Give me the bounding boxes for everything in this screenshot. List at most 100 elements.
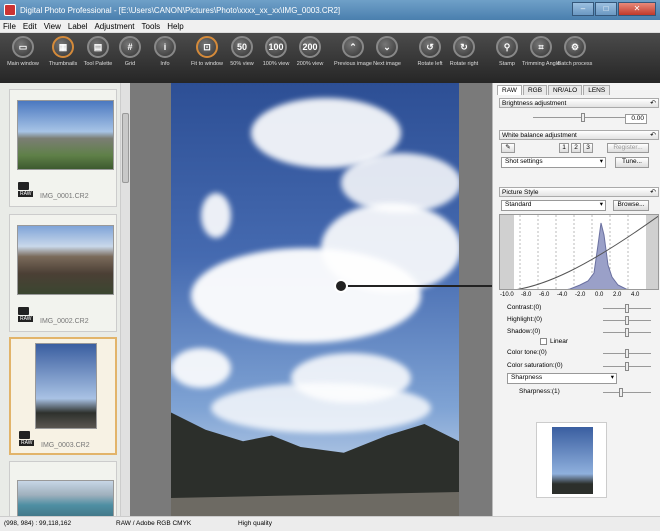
preview-image: [552, 427, 593, 494]
tab-raw[interactable]: RAW: [497, 85, 522, 95]
tone-curve-histogram[interactable]: [499, 214, 659, 290]
wb-preset-2-button[interactable]: 2: [571, 143, 581, 153]
rotate-right-button[interactable]: ↻ Rotate right: [444, 36, 484, 67]
hist-label: -10.0: [500, 292, 514, 298]
menu-view[interactable]: View: [44, 22, 61, 31]
main-window-button[interactable]: ▭ Main window: [3, 36, 43, 67]
slider-knob[interactable]: [625, 328, 629, 337]
camera-icon: [18, 307, 29, 315]
raw-badge: RAW: [19, 440, 35, 446]
rotate-right-icon: ↻: [453, 36, 475, 58]
batch-icon: ⚙: [564, 36, 586, 58]
raw-badge: RAW: [18, 191, 34, 197]
menu-help[interactable]: Help: [167, 22, 183, 31]
color-saturation-slider[interactable]: [603, 362, 651, 371]
chevron-down-icon: ▾: [599, 201, 603, 208]
slider-knob[interactable]: [625, 349, 629, 358]
white-balance-value: Shot settings: [505, 158, 543, 165]
sharpness-slider[interactable]: [603, 388, 651, 397]
picture-style-select[interactable]: Standard ▾: [501, 200, 606, 211]
slider-knob[interactable]: [625, 316, 629, 325]
grid-icon: #: [119, 36, 141, 58]
menu-adjustment[interactable]: Adjustment: [94, 22, 134, 31]
zoom-200-icon: 200: [299, 36, 321, 58]
menu-bar: File Edit View Label Adjustment Tools He…: [0, 20, 660, 33]
tool-palette-icon: ▤: [87, 36, 109, 58]
picture-style-value: Standard: [505, 201, 532, 208]
tab-nr-alo[interactable]: NR/ALO: [548, 85, 583, 95]
hist-label: 0.0: [595, 292, 604, 298]
menu-label[interactable]: Label: [68, 22, 88, 31]
thumbnail-item[interactable]: [9, 461, 117, 522]
browse-button[interactable]: Browse...: [613, 200, 649, 211]
menu-file[interactable]: File: [3, 22, 16, 31]
brightness-value[interactable]: 0.00: [625, 114, 647, 124]
fit-to-window-button[interactable]: ⊡ Fit to window: [187, 36, 227, 67]
color-saturation-label: Color saturation:(0): [507, 362, 563, 369]
tab-rgb[interactable]: RGB: [522, 85, 548, 95]
slider-knob[interactable]: [625, 304, 629, 313]
trimming-icon: ⌗: [530, 36, 552, 58]
app-icon: [4, 4, 16, 16]
color-tone-slider[interactable]: [603, 349, 651, 358]
navigator-preview[interactable]: [536, 422, 607, 498]
menu-tools[interactable]: Tools: [142, 22, 161, 31]
picture-style-header: Picture Style ↶: [499, 187, 659, 197]
brightness-header: Brightness adjustment ↶: [499, 98, 659, 108]
thumbnail-scrollbar[interactable]: [120, 83, 130, 516]
info-button[interactable]: i Info: [145, 36, 185, 67]
image-viewer[interactable]: [130, 83, 492, 516]
next-image-button[interactable]: ⌄ Next image: [367, 36, 407, 67]
linear-label: Linear: [550, 338, 569, 345]
shadow-slider[interactable]: [603, 328, 651, 337]
thumbnail-image: [17, 100, 114, 170]
contrast-slider[interactable]: [603, 304, 651, 313]
wb-preset-1-button[interactable]: 1: [559, 143, 569, 153]
zoom-50-icon: 50: [231, 36, 253, 58]
minimize-button[interactable]: –: [572, 2, 594, 16]
tab-lens[interactable]: LENS: [583, 85, 611, 95]
batch-process-button[interactable]: ⚙ Batch process: [555, 36, 595, 67]
stamp-icon: ⚲: [496, 36, 518, 58]
maximize-button[interactable]: □: [595, 2, 617, 16]
reset-icon[interactable]: ↶: [650, 131, 656, 140]
color-tone-label: Color tone:(0): [507, 349, 547, 356]
rotate-left-icon: ↺: [419, 36, 441, 58]
hist-label: 2.0: [613, 292, 622, 298]
status-quality: High quality: [238, 520, 272, 527]
thumbnail-panel: RAW IMG_0001.CR2 RAW IMG_0002.CR2 RAW IM…: [0, 83, 130, 522]
eyedropper-button[interactable]: ✎: [501, 143, 515, 153]
reset-icon[interactable]: ↶: [650, 188, 656, 197]
sharpness-select[interactable]: Sharpness ▾: [507, 373, 617, 384]
tool-palette: RAW RGB NR/ALO LENS Brightness adjustmen…: [492, 83, 660, 516]
brightness-title: Brightness adjustment: [502, 100, 567, 107]
menu-edit[interactable]: Edit: [23, 22, 37, 31]
fit-window-icon: ⊡: [196, 36, 218, 58]
slider-knob[interactable]: [619, 388, 623, 397]
slider-knob[interactable]: [581, 113, 585, 122]
slider-knob[interactable]: [625, 362, 629, 371]
thumbnail-item[interactable]: RAW IMG_0002.CR2: [9, 214, 117, 332]
thumbnail-item[interactable]: RAW IMG_0001.CR2: [9, 89, 117, 207]
hist-label: -6.0: [539, 292, 550, 298]
grid-button[interactable]: # Grid: [110, 36, 150, 67]
scrollbar-thumb[interactable]: [122, 113, 129, 183]
thumbnails-button[interactable]: ▦ Thumbnails: [43, 36, 83, 67]
white-balance-select[interactable]: Shot settings ▾: [501, 157, 606, 168]
register-button[interactable]: Register...: [607, 143, 649, 153]
tune-button[interactable]: Tune...: [615, 157, 649, 168]
linear-checkbox[interactable]: [540, 338, 547, 345]
close-button[interactable]: ✕: [618, 2, 656, 16]
callout-dot: [334, 279, 348, 293]
picture-style-title: Picture Style: [502, 189, 539, 196]
raw-badge: RAW: [18, 316, 34, 322]
brightness-slider[interactable]: [533, 113, 633, 122]
info-icon: i: [154, 36, 176, 58]
highlight-slider[interactable]: [603, 316, 651, 325]
thumbnail-item-selected[interactable]: RAW IMG_0003.CR2: [9, 337, 117, 455]
reset-icon[interactable]: ↶: [650, 99, 656, 108]
camera-icon: [19, 431, 30, 439]
wb-preset-3-button[interactable]: 3: [583, 143, 593, 153]
hist-label: -2.0: [575, 292, 586, 298]
zoom-200-button[interactable]: 200 200% view: [290, 36, 330, 67]
